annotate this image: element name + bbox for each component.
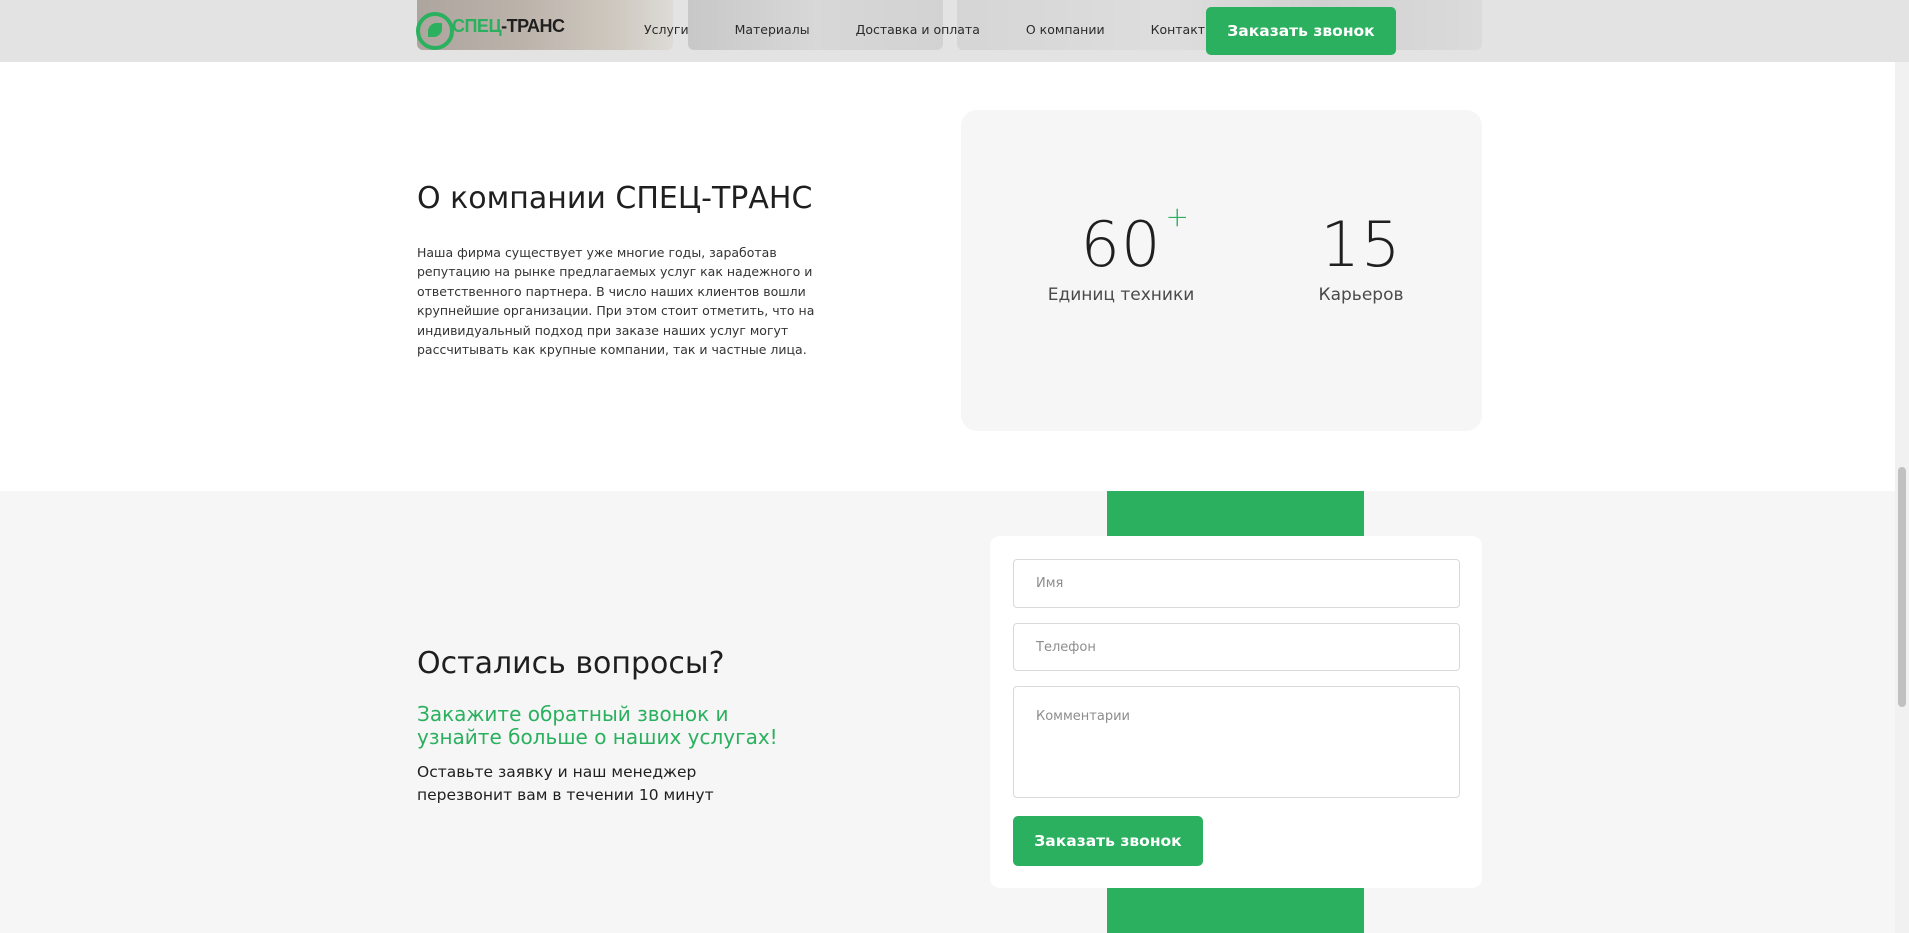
- contact-title: Остались вопросы?: [417, 646, 725, 681]
- nav-item-materials[interactable]: Материалы: [735, 22, 810, 37]
- logo[interactable]: СПЕЦ-ТРАНС: [416, 12, 565, 50]
- contact-subtitle: Закажите обратный звонок и узнайте больш…: [417, 702, 778, 749]
- logo-text: СПЕЦ-ТРАНС: [452, 15, 565, 36]
- contact-text: Оставьте заявку и наш менеджер перезвони…: [417, 763, 714, 804]
- nav-item-delivery[interactable]: Доставка и оплата: [856, 22, 980, 37]
- submit-callback-button[interactable]: Заказать звонок: [1013, 816, 1203, 866]
- phone-input[interactable]: [1013, 623, 1460, 671]
- stat-plus: +: [1165, 200, 1189, 233]
- nav-item-about[interactable]: О компании: [1026, 22, 1105, 37]
- page-scrollbar[interactable]: [1895, 0, 1909, 933]
- main-nav: Услуги Материалы Доставка и оплата О ком…: [644, 22, 1261, 37]
- stat-label: Карьеров: [1318, 285, 1404, 305]
- nav-item-services[interactable]: Услуги: [644, 22, 689, 37]
- site-header: СПЕЦ-ТРАНС Услуги Материалы Доставка и о…: [0, 0, 1909, 62]
- about-text: Наша фирма существует уже многие годы, з…: [417, 245, 815, 358]
- stat-value: 15: [1320, 208, 1402, 281]
- header-callback-button[interactable]: Заказать звонок: [1206, 7, 1396, 55]
- callback-form: Заказать звонок: [990, 536, 1482, 888]
- stat-label: Единиц техники: [1047, 285, 1195, 305]
- stat-quarries: 15 Карьеров: [1261, 208, 1461, 306]
- scrollbar-thumb[interactable]: [1898, 467, 1906, 707]
- logo-leaf-icon: [416, 12, 454, 50]
- stats-card: 60 + Единиц техники 15 Карьеров: [961, 110, 1482, 431]
- stat-value: 60: [1080, 208, 1162, 281]
- contact-section: [0, 491, 1909, 933]
- stat-equipment: 60 + Единиц техники: [1021, 200, 1221, 305]
- name-input[interactable]: [1013, 559, 1460, 608]
- about-title: О компании СПЕЦ-ТРАНС: [417, 181, 813, 216]
- comment-textarea[interactable]: [1013, 686, 1460, 798]
